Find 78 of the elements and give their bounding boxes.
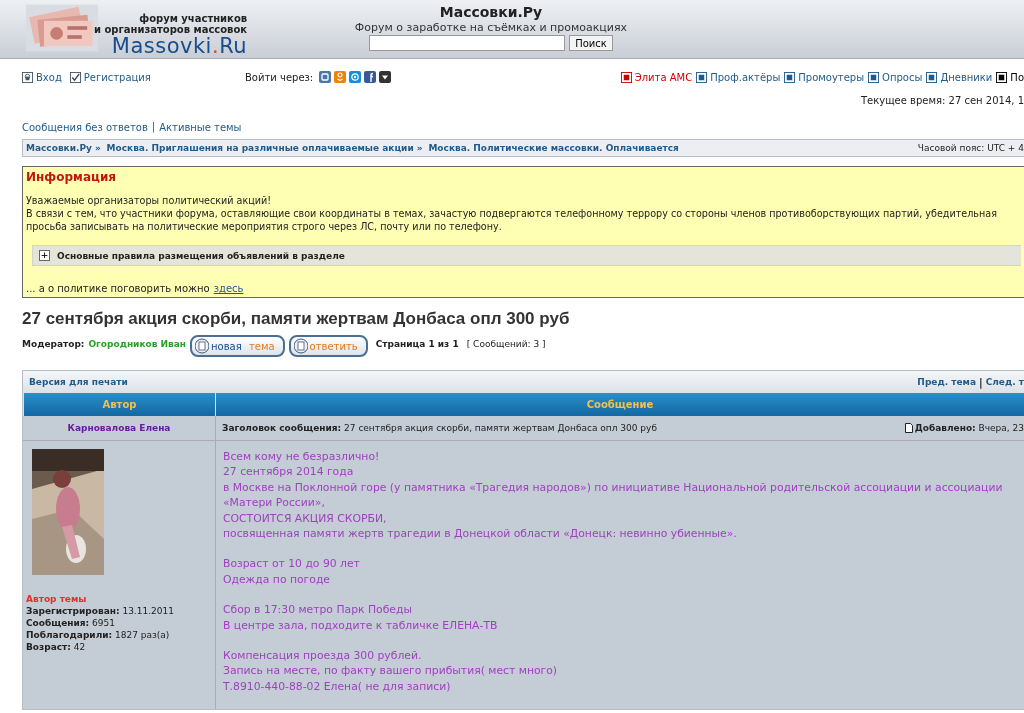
nav-link[interactable]: Дневники (926, 71, 993, 83)
post-text: Т.8910-440-88-02 Елена( не для записи) (223, 678, 452, 695)
breadcrumb-link[interactable]: Москва. Приглашения на различные оплачиваемые акции (106, 143, 414, 153)
dropdown-icon[interactable] (379, 71, 392, 83)
info-title: Информация (26, 170, 117, 184)
nav-link[interactable]: Вход (22, 71, 62, 83)
previous-topic-link[interactable]: Пред. тема (917, 377, 976, 388)
next-topic-link[interactable]: След. т (985, 377, 1024, 388)
square-icon (926, 71, 938, 83)
post-text: Запись на месте, по факту вашего прибытия( мест много) (223, 663, 559, 679)
quick-link[interactable]: Активные темы (159, 121, 242, 134)
column-header: Сообщение (215, 393, 1024, 416)
new-topic-button[interactable]: новая тема (190, 335, 285, 357)
document-icon (293, 338, 308, 354)
info-footer-text: ... а о политике поговорить можно (26, 283, 210, 294)
breadcrumb-link[interactable]: Москва. Политические массовки. Оплачивается (428, 143, 679, 153)
breadcrumb-link[interactable]: Массовки.Ру (26, 143, 92, 153)
post-text: Возраст от 10 до 90 лет (223, 556, 361, 572)
rules-toggle[interactable]: + Основные правила размещения объявлений в разделе (32, 245, 1021, 266)
social-icon[interactable] (349, 71, 362, 83)
nav-link[interactable]: Промоутеры (784, 71, 865, 83)
here-link[interactable]: здесь (213, 283, 244, 294)
info-text: Уважаемые организаторы политический акций! В связи с тем, что участники форума, оставляющие свои координаты в темах, зачастую подвергаются телефонному террору со стороны членов противоборствующих партий, убедительная просьба записывать на политические мероприятия строго через ЛС, почту или по телефону. (26, 194, 998, 233)
search-button[interactable]: Поиск (569, 35, 613, 51)
post-text: посвященная памяти жертв трагедии в Донецкой области «Донецк: невинно убиенные». (223, 526, 738, 542)
author-role: Автор темы (26, 593, 88, 605)
nav-link[interactable]: Элита АМС (620, 71, 693, 83)
search-field[interactable] (369, 35, 566, 51)
site-subtitle: Форум о заработке на съёмках и промоакциях (354, 21, 628, 34)
square-icon (696, 71, 708, 83)
document-icon (195, 338, 210, 354)
breadcrumb-separator: » (94, 143, 101, 153)
logo-tagline: форум участников (139, 13, 248, 24)
logo-text: Massovki.Ru (111, 35, 248, 57)
timezone: Часовой пояс: UTC + 4 (917, 143, 1024, 153)
nav-link[interactable]: Опросы (868, 71, 923, 83)
moderator-label: Модератор: (22, 339, 85, 349)
square-icon (996, 71, 1008, 83)
link-separator: | (979, 377, 983, 388)
post-text: Сбор в 17:30 метро Парк Победы (223, 602, 413, 618)
post-text: СОСТОИТСЯ АКЦИЯ СКОРБИ, (223, 510, 388, 527)
site-title: Массовки.Ру (439, 4, 543, 20)
post-count: [ Сообщений: 3 ] (466, 339, 546, 349)
post-text: Всем кому не безразлично! (223, 449, 381, 465)
post-date: Добавлено: Вчера, 23 (914, 423, 1024, 433)
nav-link[interactable]: По (996, 71, 1024, 83)
post-text: Одежда по погоде (223, 571, 331, 588)
square-icon (868, 71, 880, 83)
topic-title: 27 сентября акция скорби, памяти жертвам Донбаса опл 300 руб (22, 309, 571, 329)
breadcrumb-separator: » (416, 143, 423, 153)
rules-label: Основные правила размещения объявлений в разделе (57, 250, 345, 261)
current-time: Текущее время: 27 сен 2014, 1 (859, 94, 1024, 107)
link-separator: | (151, 121, 156, 134)
logo-tagline: и организаторов массовок (94, 24, 248, 35)
post-subject: Заголовок сообщения: 27 сентября акция скорби, памяти жертвам Донбаса опл 300 руб (222, 423, 657, 433)
author-stat: Зарегистрирован: 13.11.2011 (26, 605, 175, 617)
author-stat: Сообщения: 6951 (26, 617, 116, 629)
square-icon (620, 71, 632, 83)
print-link[interactable]: Версия для печати (29, 377, 128, 388)
post-text: Компенсация проезда 300 рублей. (223, 648, 423, 664)
post-text: в Москве на Поклонной горе (у памятника «Трагедия народов») по инициативе Национальной родительской ассоциации и ассоциации «Матери России», (223, 479, 1004, 511)
square-icon (784, 71, 796, 83)
checkbox-icon (69, 71, 81, 83)
column-header: Автор (23, 393, 215, 416)
nav-link[interactable]: Регистрация (69, 71, 151, 83)
document-icon (904, 423, 913, 433)
social-icon[interactable] (319, 71, 332, 83)
author-stat: Поблагодарили: 1827 раз(а) (26, 629, 171, 641)
nav-link[interactable]: Проф.актёры (696, 71, 781, 83)
post-author[interactable]: Карновалова Елена (23, 416, 215, 441)
post-text: В центре зала, подходите к табличке ЕЛЕНА-ТВ (223, 617, 499, 634)
post-text: 27 сентября 2014 года (223, 464, 355, 480)
author-stat: Возраст: 42 (26, 641, 87, 653)
expand-icon[interactable]: + (39, 250, 50, 261)
social-icon[interactable] (364, 71, 377, 83)
social-login-label: Войти через: (245, 71, 314, 83)
pagination: Страница 1 из 1 (375, 339, 459, 349)
quick-link[interactable]: Сообщения без ответов (22, 121, 148, 134)
